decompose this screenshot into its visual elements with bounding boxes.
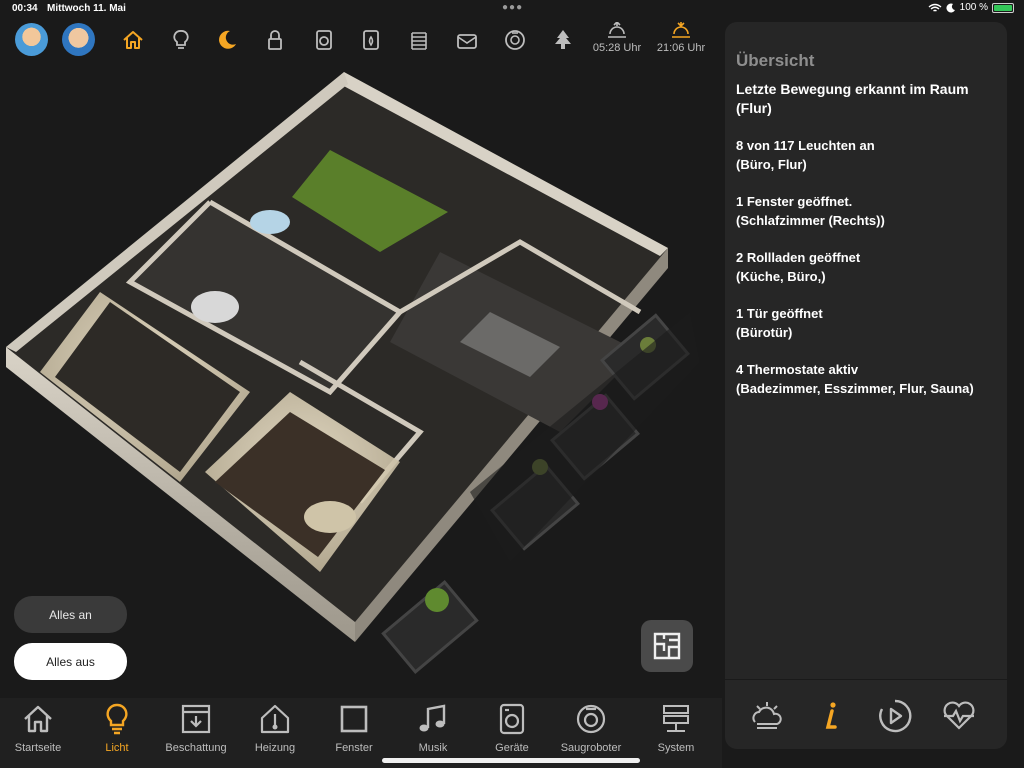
info-item-shutters: 2 Rollladen geöffnet (Küche, Büro,): [736, 250, 861, 284]
washer-icon: [499, 703, 525, 735]
sunset-time: 21:06 Uhr: [656, 42, 706, 54]
robot-vacuum-icon: [576, 704, 606, 734]
status-time: 00:34: [12, 3, 38, 14]
moon-icon: [946, 3, 955, 13]
nav-startseite[interactable]: Startseite: [0, 702, 76, 754]
battery-percent: 100 %: [959, 2, 988, 13]
dryer-icon[interactable]: [358, 27, 384, 53]
washer-icon[interactable]: [311, 27, 337, 53]
moon-icon[interactable]: [214, 27, 240, 53]
avatar-user-2[interactable]: [62, 23, 95, 56]
weather-icon[interactable]: [749, 698, 785, 734]
shutter-icon: [181, 704, 211, 734]
all-on-button[interactable]: Alles an: [14, 596, 127, 633]
thermo-house-icon: [260, 704, 290, 734]
info-icon[interactable]: [813, 698, 849, 734]
floorplan-icon: [653, 632, 681, 660]
wifi-icon: [928, 3, 942, 12]
all-off-button[interactable]: Alles aus: [14, 643, 127, 680]
nav-geraete[interactable]: Geräte: [474, 702, 550, 754]
lock-icon[interactable]: [262, 27, 288, 53]
status-date: Mittwoch 11. Mai: [47, 3, 126, 14]
nav-musik[interactable]: Musik: [395, 702, 471, 754]
panel-tabs: [725, 679, 1007, 749]
window-icon: [340, 705, 368, 733]
info-item-thermostats: 4 Thermostate aktiv (Badezimmer, Esszimm…: [736, 362, 974, 396]
nav-heizung[interactable]: Heizung: [237, 702, 313, 754]
robot-vacuum-icon[interactable]: [502, 27, 528, 53]
tree-icon[interactable]: [550, 27, 576, 53]
play-clock-icon[interactable]: [877, 698, 913, 734]
music-icon: [419, 704, 446, 732]
info-item-doors: 1 Tür geöffnet (Bürotür): [736, 306, 823, 340]
nav-system[interactable]: System: [638, 702, 714, 754]
sunrise-item: 05:28 Uhr: [587, 22, 647, 54]
avatar-user-1[interactable]: [15, 23, 48, 56]
radiator-icon[interactable]: [406, 27, 432, 53]
battery-icon: [992, 2, 1014, 13]
top-navigation: 05:28 Uhr 21:06 Uhr: [0, 18, 722, 62]
overview-panel: Übersicht Letzte Bewegung erkannt im Rau…: [725, 22, 1007, 749]
panel-title: Übersicht: [736, 51, 815, 70]
sunset-item: 21:06 Uhr: [651, 22, 711, 54]
info-item-windows: 1 Fenster geöffnet. (Schlafzimmer (Recht…: [736, 194, 885, 228]
status-bar: 00:34 Mittwoch 11. Mai ●●● 100 %: [0, 0, 1024, 18]
bulb-icon[interactable]: [168, 27, 194, 53]
sunrise-icon: [608, 22, 626, 38]
multitask-dots-icon[interactable]: ●●●: [502, 2, 523, 13]
sunset-icon: [672, 22, 690, 38]
nav-saugroboter[interactable]: Saugroboter: [553, 702, 629, 754]
server-icon: [663, 705, 689, 732]
info-item-lights: 8 von 117 Leuchten an (Büro, Flur): [736, 138, 875, 172]
info-item-motion: Letzte Bewegung erkannt im Raum (Flur): [736, 81, 969, 116]
nav-licht[interactable]: Licht: [79, 702, 155, 754]
nav-beschattung[interactable]: Beschattung: [158, 702, 234, 754]
overview-info: Letzte Bewegung erkannt im Raum (Flur) 8…: [736, 80, 1001, 416]
sunrise-time: 05:28 Uhr: [592, 42, 642, 54]
floorplan-toggle-button[interactable]: [641, 620, 693, 672]
home-icon[interactable]: [120, 27, 146, 53]
bulb-icon: [106, 703, 128, 735]
home-indicator[interactable]: [382, 758, 640, 763]
heartbeat-icon[interactable]: [941, 698, 977, 734]
nav-fenster[interactable]: Fenster: [316, 702, 392, 754]
status-indicators: 100 %: [928, 2, 1014, 13]
home-icon: [24, 705, 52, 733]
mailbox-icon[interactable]: [454, 27, 480, 53]
